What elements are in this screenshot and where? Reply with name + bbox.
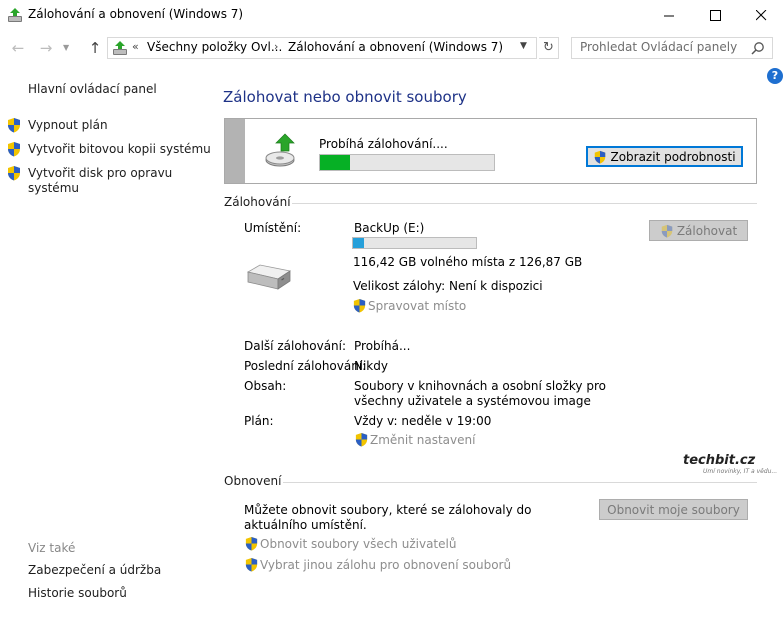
minimize-icon	[663, 15, 674, 16]
window-title: Zálohování a obnovení (Windows 7)	[28, 7, 244, 21]
view-details-label: Zobrazit podrobnosti	[610, 149, 736, 164]
next-backup-label: Další zálohování:	[244, 339, 347, 353]
status-strip	[225, 119, 245, 183]
backup-now-button[interactable]: Zálohovat	[649, 220, 748, 241]
backup-app-icon	[8, 8, 22, 22]
schedule-label: Plán:	[244, 414, 274, 428]
sidebar-link-system-image[interactable]: Vytvořit bitovou kopii systému	[28, 142, 211, 156]
select-other-backup-label: Vybrat jinou zálohu pro obnovení souborů	[260, 557, 512, 572]
search-placeholder: Prohledat Ovládací panely	[580, 40, 738, 54]
last-backup-label: Poslední zálohování:	[244, 359, 367, 373]
schedule-value: Vždy v: neděle v 19:00	[354, 414, 492, 428]
minimize-button[interactable]	[646, 0, 692, 30]
uac-shield-icon	[8, 166, 20, 181]
help-icon[interactable]: ?	[767, 68, 783, 84]
restore-my-files-label: Obnovit moje soubory	[607, 502, 740, 517]
up-arrow-icon[interactable]: ↑	[85, 38, 105, 58]
sidebar-link-home[interactable]: Hlavní ovládací panel	[28, 82, 157, 96]
uac-shield-icon	[8, 142, 20, 157]
breadcrumb-backup-restore[interactable]: Zálohování a obnovení (Windows 7)	[288, 40, 503, 54]
restore-all-users-label: Obnovit soubory všech uživatelů	[260, 536, 457, 551]
uac-shield-icon	[245, 557, 258, 572]
watermark-logo: techbit.cz	[683, 453, 756, 468]
watermark-tagline: Umí novinky, IT a vědu...	[703, 468, 778, 475]
see-also-heading: Viz také	[28, 541, 76, 555]
view-details-button[interactable]: Zobrazit podrobnosti	[586, 146, 743, 167]
sidebar-link-disable-schedule[interactable]: Vypnout plán	[28, 118, 108, 132]
uac-shield-icon	[661, 224, 673, 238]
restore-description: Můžete obnovit soubory, které se zálohov…	[244, 503, 532, 532]
maximize-icon	[709, 9, 721, 21]
restore-my-files-button[interactable]: Obnovit moje soubory	[599, 499, 748, 520]
page-title: Zálohovat nebo obnovit soubory	[223, 88, 467, 106]
drive-usage-bar	[352, 237, 477, 249]
backup-in-progress-icon	[265, 133, 295, 167]
uac-shield-icon	[8, 118, 20, 133]
section-divider	[283, 482, 757, 483]
external-drive-icon	[246, 264, 292, 290]
manage-space-link[interactable]: Spravovat místo	[352, 298, 466, 313]
contents-label: Obsah:	[244, 379, 287, 393]
restore-all-users-link[interactable]: Obnovit soubory všech uživatelů	[244, 536, 456, 551]
uac-shield-icon	[353, 298, 366, 313]
drive-usage-fill	[353, 238, 364, 248]
backup-section-heading: Zálohování	[224, 195, 291, 209]
location-label: Umístění:	[244, 221, 302, 235]
refresh-icon[interactable]: ↻	[539, 37, 559, 59]
maximize-button[interactable]	[692, 0, 738, 30]
control-panel-icon	[113, 41, 127, 55]
sidebar-link-repair-disc[interactable]: Vytvořit disk pro opravu systému	[28, 166, 178, 196]
breadcrumb-all-items[interactable]: Všechny položky Ovl...	[147, 40, 282, 54]
last-backup-value: Nikdy	[354, 359, 388, 373]
restore-section-heading: Obnovení	[224, 474, 282, 488]
breadcrumb-separator[interactable]: ›	[274, 40, 278, 53]
sidebar-link-file-history[interactable]: Historie souborů	[28, 586, 127, 600]
search-icon[interactable]	[751, 41, 765, 55]
forward-arrow-icon[interactable]: →	[36, 38, 56, 58]
recent-locations-chevron-icon[interactable]: ▼	[63, 38, 75, 58]
address-overflow[interactable]: «	[132, 40, 139, 53]
manage-space-label: Spravovat místo	[368, 298, 467, 313]
close-icon	[755, 9, 766, 20]
sidebar-link-security-maintenance[interactable]: Zabezpečení a údržba	[28, 563, 161, 577]
progress-status-text: Probíhá zálohování....	[319, 137, 448, 151]
next-backup-value: Probíhá...	[354, 339, 411, 353]
close-button[interactable]	[738, 0, 784, 30]
change-settings-link[interactable]: Změnit nastavení	[354, 432, 475, 447]
backup-now-label: Zálohovat	[676, 223, 738, 238]
uac-shield-icon	[245, 536, 258, 551]
uac-shield-icon	[595, 150, 606, 164]
backup-progress-fill	[320, 155, 350, 170]
select-other-backup-link[interactable]: Vybrat jinou zálohu pro obnovení souborů	[244, 557, 511, 572]
change-settings-label: Změnit nastavení	[370, 432, 476, 447]
back-arrow-icon[interactable]: ←	[8, 38, 28, 58]
address-history-chevron-icon[interactable]: ▼	[520, 41, 527, 51]
location-value: BackUp (E:)	[354, 221, 425, 235]
section-divider	[292, 203, 757, 204]
backup-size-text: Velikost zálohy: Není k dispozici	[353, 279, 543, 293]
contents-value: Soubory v knihovnách a osobní složky pro…	[354, 379, 606, 408]
uac-shield-icon	[355, 432, 368, 447]
free-space-text: 116,42 GB volného místa z 126,87 GB	[353, 255, 583, 269]
